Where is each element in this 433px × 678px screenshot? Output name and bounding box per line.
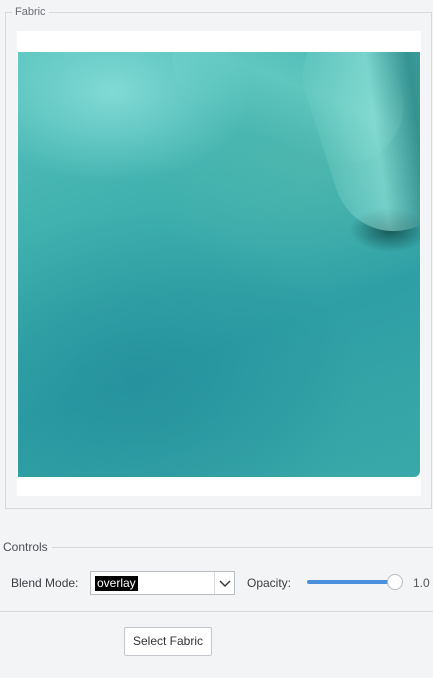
blend-mode-label: Blend Mode: (11, 576, 79, 590)
opacity-label: Opacity: (247, 576, 292, 590)
fabric-group-title: Fabric (12, 5, 49, 19)
blend-mode-value: overlay (95, 576, 138, 591)
opacity-slider-handle[interactable] (387, 574, 403, 590)
footer-divider (0, 611, 433, 612)
blend-mode-select[interactable]: overlay (90, 571, 235, 595)
select-fabric-button[interactable]: Select Fabric (124, 627, 212, 656)
chevron-down-icon[interactable] (214, 572, 234, 594)
opacity-slider-track (307, 580, 395, 584)
controls-group-title: Controls (0, 540, 52, 554)
fabric-image (18, 52, 420, 477)
opacity-slider[interactable] (307, 574, 403, 590)
controls-divider (0, 547, 433, 548)
fabric-group: Fabric (5, 5, 432, 509)
fabric-preview-frame (17, 31, 421, 496)
opacity-value: 1.0 (413, 576, 430, 590)
